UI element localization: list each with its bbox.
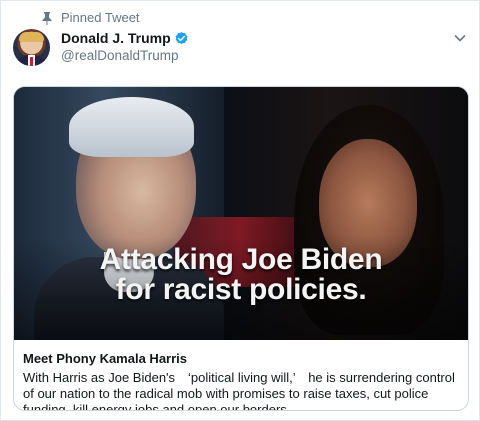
- pin-icon: [42, 11, 52, 25]
- avatar-hair: [19, 32, 44, 42]
- username-handle[interactable]: @realDonaldTrump: [61, 48, 189, 63]
- media-left-figure-hair: [69, 97, 194, 157]
- card-media[interactable]: Attacking Joe Biden for racist policies.: [14, 87, 468, 340]
- card-title: Meet Phony Kamala Harris: [23, 351, 188, 366]
- name-row: Donald J. Trump: [61, 30, 189, 46]
- display-name[interactable]: Donald J. Trump: [61, 30, 171, 46]
- pinned-label: Pinned Tweet: [61, 10, 140, 25]
- tweet-header: Donald J. Trump @realDonaldTrump: [61, 30, 189, 63]
- link-card[interactable]: Attacking Joe Biden for racist policies.…: [13, 86, 469, 411]
- media-caption-line-2: for racist policies.: [115, 273, 367, 306]
- avatar[interactable]: [13, 29, 50, 66]
- chevron-down-icon[interactable]: [453, 31, 467, 45]
- card-body: Meet Phony Kamala Harris With Harris as …: [14, 340, 468, 411]
- tweet[interactable]: Pinned Tweet Donald J. Trump @realDonald…: [0, 0, 480, 421]
- pinned-tweet-indicator: Pinned Tweet: [41, 10, 140, 25]
- verified-badge-icon: [175, 31, 188, 44]
- media-caption-line-1: Attacking Joe Biden: [99, 243, 383, 276]
- media-caption: Attacking Joe Biden for racist policies.: [14, 245, 468, 305]
- avatar-tie: [30, 57, 33, 66]
- card-description: With Harris as Joe Biden's ‘political li…: [23, 370, 459, 411]
